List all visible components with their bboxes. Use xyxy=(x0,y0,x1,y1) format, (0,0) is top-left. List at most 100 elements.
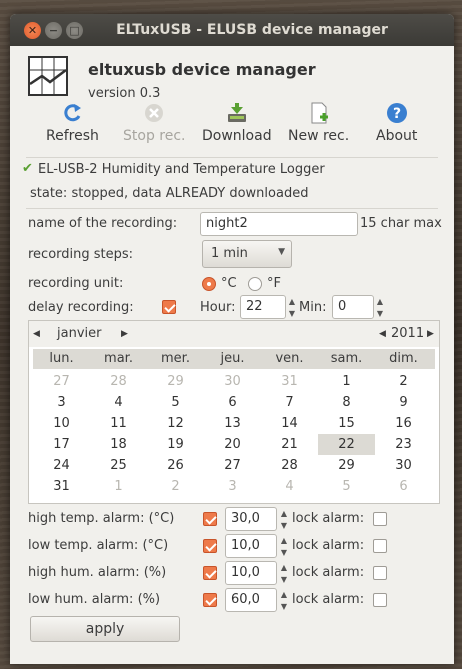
high-hum-lock-checkbox[interactable] xyxy=(373,566,387,580)
high-temp-alarm-spinner[interactable]: ▲ ▼ xyxy=(278,507,290,531)
calendar-day[interactable]: 23 xyxy=(375,434,432,455)
calendar-day[interactable]: 31 xyxy=(261,371,318,392)
calendar-day[interactable]: 27 xyxy=(204,455,261,476)
low-hum-alarm-spinner[interactable]: ▲ ▼ xyxy=(278,588,290,612)
calendar-day[interactable]: 12 xyxy=(147,413,204,434)
low-temp-alarm-spinner[interactable]: ▲ ▼ xyxy=(278,534,290,558)
calendar-week: 10 11 12 13 14 15 16 xyxy=(33,413,432,434)
prev-year-icon[interactable]: ◀ xyxy=(379,329,386,339)
low-temp-alarm-checkbox[interactable] xyxy=(203,539,217,553)
refresh-icon xyxy=(61,102,83,124)
calendar-day[interactable]: 28 xyxy=(90,371,147,392)
delay-label: delay recording: xyxy=(28,300,134,315)
calendar-header: ◀ janvier ▶ ◀ 2011 ▶ xyxy=(29,321,439,347)
calendar-week: 27 28 29 30 31 1 2 xyxy=(33,371,432,392)
calendar-day[interactable]: 26 xyxy=(147,455,204,476)
calendar-day[interactable]: 16 xyxy=(375,413,432,434)
high-hum-alarm-row: high hum. alarm: (%) 10,0 ▲ ▼ lock alarm: xyxy=(10,560,454,586)
high-temp-alarm-checkbox[interactable] xyxy=(203,512,217,526)
calendar-day[interactable]: 1 xyxy=(90,476,147,497)
next-year-icon[interactable]: ▶ xyxy=(427,329,434,339)
calendar-day[interactable]: 3 xyxy=(33,392,90,413)
check-icon: ✔ xyxy=(22,161,33,176)
calendar-day[interactable]: 3 xyxy=(204,476,261,497)
delay-row: delay recording: Hour: 22 ▲ ▼ Min: 0 ▲ ▼ xyxy=(10,294,454,320)
calendar-day[interactable]: 29 xyxy=(147,371,204,392)
calendar-day[interactable]: 5 xyxy=(147,392,204,413)
calendar-day[interactable]: 27 xyxy=(33,371,90,392)
calendar-day[interactable]: 21 xyxy=(261,434,318,455)
calendar-day[interactable]: 6 xyxy=(204,392,261,413)
weekday-label: ven. xyxy=(275,351,304,366)
calendar-day[interactable]: 4 xyxy=(90,392,147,413)
calendar-day[interactable]: 28 xyxy=(261,455,318,476)
calendar-day[interactable]: 5 xyxy=(318,476,375,497)
calendar-day[interactable]: 15 xyxy=(318,413,375,434)
high-temp-lock-checkbox[interactable] xyxy=(373,512,387,526)
weekday-label: mer. xyxy=(161,351,190,366)
high-hum-alarm-label: high hum. alarm: (%) xyxy=(28,565,167,580)
calendar-day[interactable]: 29 xyxy=(318,455,375,476)
low-hum-lock-checkbox[interactable] xyxy=(373,593,387,607)
calendar-day[interactable]: 20 xyxy=(204,434,261,455)
calendar-day[interactable]: 1 xyxy=(318,371,375,392)
low-temp-lock-checkbox[interactable] xyxy=(373,539,387,553)
calendar-day[interactable]: 13 xyxy=(204,413,261,434)
refresh-button[interactable]: Refresh xyxy=(46,102,99,144)
prev-month-icon[interactable]: ◀ xyxy=(33,329,40,339)
hour-input[interactable]: 22 xyxy=(240,295,286,319)
stop-recording-button[interactable]: Stop rec. xyxy=(123,102,186,144)
high-hum-alarm-input[interactable]: 10,0 xyxy=(225,561,277,585)
calendar-day[interactable]: 8 xyxy=(318,392,375,413)
calendar-day[interactable]: 17 xyxy=(33,434,90,455)
minute-spinner[interactable]: ▲ ▼ xyxy=(374,295,386,319)
calendar-day[interactable]: 19 xyxy=(147,434,204,455)
delay-checkbox[interactable] xyxy=(162,300,176,314)
recording-name-input[interactable]: night2 xyxy=(200,212,358,236)
recording-steps-select[interactable]: 1 min ▼ xyxy=(202,240,292,268)
apply-button[interactable]: apply xyxy=(30,616,180,642)
low-hum-alarm-input[interactable]: 60,0 xyxy=(225,588,277,612)
calendar-day[interactable]: 30 xyxy=(204,371,261,392)
low-temp-alarm-input[interactable]: 10,0 xyxy=(225,534,277,558)
calendar-day[interactable]: 2 xyxy=(147,476,204,497)
help-icon: ? xyxy=(386,102,408,124)
calendar-day[interactable]: 10 xyxy=(33,413,90,434)
high-temp-alarm-input[interactable]: 30,0 xyxy=(225,507,277,531)
next-month-icon[interactable]: ▶ xyxy=(121,329,128,339)
new-recording-button[interactable]: New rec. xyxy=(288,102,349,144)
calendar-day[interactable]: 14 xyxy=(261,413,318,434)
celsius-radio[interactable] xyxy=(202,277,216,291)
title-bar[interactable]: ✕ − □ ELTuxUSB - ELUSB device manager xyxy=(10,14,454,46)
hour-spinner[interactable]: ▲ ▼ xyxy=(286,295,298,319)
high-hum-alarm-spinner[interactable]: ▲ ▼ xyxy=(278,561,290,585)
calendar-day[interactable]: 30 xyxy=(375,455,432,476)
stop-icon xyxy=(143,102,165,124)
fahrenheit-label: °F xyxy=(267,276,281,291)
weekday-label: jeu. xyxy=(220,351,245,366)
about-button[interactable]: ? About xyxy=(376,102,417,144)
calendar-day[interactable]: 25 xyxy=(90,455,147,476)
calendar-day[interactable]: 11 xyxy=(90,413,147,434)
min-label: Min: xyxy=(299,300,327,315)
minute-input[interactable]: 0 xyxy=(332,295,374,319)
download-button[interactable]: Download xyxy=(202,102,272,144)
calendar-day[interactable]: 18 xyxy=(90,434,147,455)
calendar-day[interactable]: 22 xyxy=(318,434,375,455)
app-version: version 0.3 xyxy=(88,86,161,101)
fahrenheit-radio[interactable] xyxy=(248,277,262,291)
calendar-day[interactable]: 7 xyxy=(261,392,318,413)
month-label: janvier xyxy=(57,326,102,341)
calendar-day[interactable]: 24 xyxy=(33,455,90,476)
calendar-day[interactable]: 4 xyxy=(261,476,318,497)
name-hint: 15 char max xyxy=(360,216,442,231)
lock-alarm-label: lock alarm: xyxy=(292,511,365,526)
calendar-day[interactable]: 2 xyxy=(375,371,432,392)
low-hum-alarm-row: low hum. alarm: (%) 60,0 ▲ ▼ lock alarm: xyxy=(10,587,454,613)
high-hum-alarm-checkbox[interactable] xyxy=(203,566,217,580)
calendar-day[interactable]: 6 xyxy=(375,476,432,497)
low-hum-alarm-checkbox[interactable] xyxy=(203,593,217,607)
name-row: name of the recording: night2 15 char ma… xyxy=(10,212,454,238)
calendar-day[interactable]: 31 xyxy=(33,476,90,497)
calendar-day[interactable]: 9 xyxy=(375,392,432,413)
